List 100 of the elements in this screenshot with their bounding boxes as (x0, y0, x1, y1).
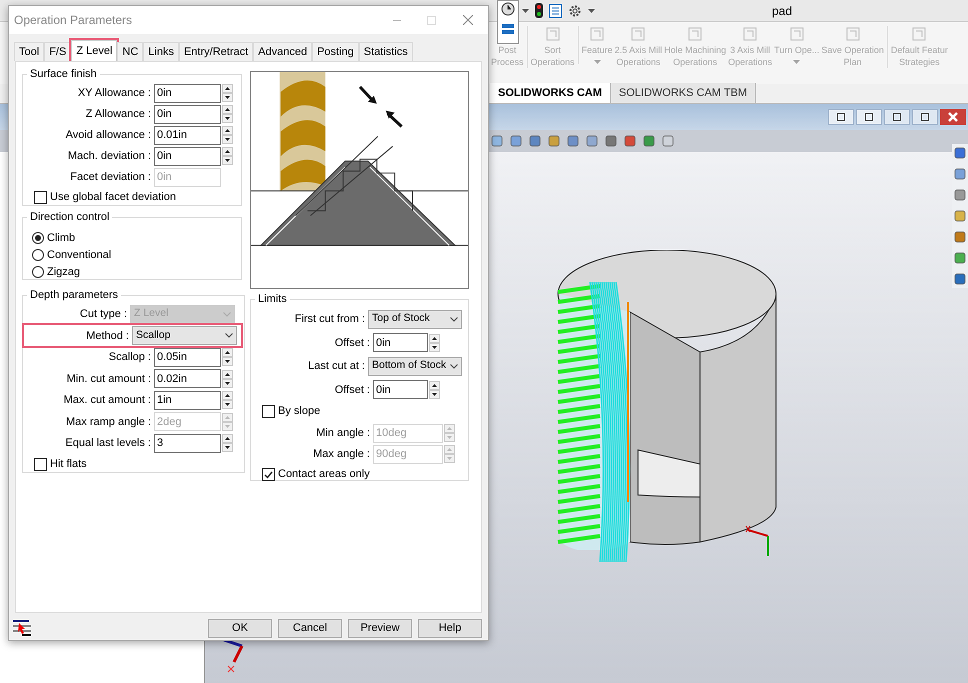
spin-up-button[interactable] (222, 84, 233, 93)
up-arrow-icon (225, 87, 230, 90)
dialog-button[interactable]: Help (418, 618, 482, 638)
dropdown[interactable]: Scallop (132, 326, 237, 346)
clock-icon[interactable] (501, 2, 515, 16)
input-field[interactable]: 3 (154, 434, 221, 453)
spin-down-button[interactable] (222, 93, 233, 102)
view-tool-icon[interactable] (509, 134, 523, 148)
field-label: Min. cut amount : (66, 372, 152, 386)
field-label: Last cut at : (307, 359, 366, 374)
checkbox[interactable] (34, 191, 47, 204)
spin-down-button[interactable] (222, 357, 233, 366)
checkbox-label: Hit flats (50, 456, 87, 472)
ribbon-tool-icon (911, 26, 928, 42)
view-tool-icon[interactable] (547, 134, 561, 148)
window-control-button[interactable] (912, 109, 938, 125)
field-label: Mach. deviation : (66, 148, 152, 164)
spin-down-button[interactable] (222, 443, 233, 452)
spin-down-button[interactable] (222, 156, 233, 165)
view-tool-icon[interactable] (661, 134, 675, 148)
spin-up-button[interactable] (222, 126, 233, 135)
spin-up-button[interactable] (222, 105, 233, 114)
close-button[interactable] (940, 109, 966, 125)
dialog-button[interactable]: Preview (348, 618, 412, 638)
view-tool-icon[interactable] (953, 146, 967, 160)
radio-button[interactable] (32, 232, 44, 244)
view-tool-icon[interactable] (953, 188, 967, 202)
down-arrow-icon (447, 457, 452, 460)
down-arrow-icon (432, 392, 437, 396)
maximize-icon (426, 16, 436, 24)
window-control-button[interactable] (856, 109, 882, 125)
spin-up-button[interactable] (222, 391, 233, 400)
spin-up-button[interactable] (429, 334, 440, 343)
field-label: Offset : (334, 336, 371, 350)
window-control-button[interactable] (884, 109, 910, 125)
ribbon-tool-icon (630, 26, 646, 42)
spin-up-button[interactable] (222, 434, 233, 444)
input-field[interactable]: 0in (154, 146, 221, 166)
tab[interactable]: NC (117, 42, 144, 61)
field-label: Max. cut amount : (62, 393, 152, 408)
spin-up-button[interactable] (222, 370, 233, 379)
spin-up-button[interactable] (429, 380, 440, 390)
view-tool-icon[interactable] (953, 251, 967, 265)
tab[interactable]: Advanced (253, 42, 312, 61)
up-arrow-icon (225, 437, 230, 440)
checkbox-label: Contact areas only (278, 467, 370, 482)
view-tool-icon[interactable] (566, 134, 580, 148)
view-tool-icon[interactable] (953, 167, 967, 181)
window-control-button[interactable] (828, 109, 854, 125)
tab[interactable]: Tool (14, 42, 44, 61)
dialog-button[interactable]: OK (208, 618, 272, 638)
view-tool-icon[interactable] (604, 134, 618, 148)
checkbox[interactable] (34, 458, 47, 470)
dialog-button[interactable]: Cancel (278, 618, 342, 638)
settings-icon[interactable] (568, 4, 582, 18)
caret-icon (522, 8, 529, 12)
down-arrow-icon (432, 346, 437, 349)
tab[interactable]: F/S (44, 42, 72, 61)
up-arrow-icon (447, 427, 452, 430)
checkbox[interactable] (262, 468, 275, 481)
up-arrow-icon (225, 372, 230, 376)
view-tool-icon[interactable] (953, 230, 967, 244)
ribbon-tab[interactable]: SOLIDWORKS CAM (490, 83, 610, 103)
spin-down-button[interactable] (222, 135, 233, 144)
tab[interactable]: Statistics (358, 42, 413, 61)
traffic-light-icon[interactable] (535, 3, 543, 18)
tab[interactable]: Posting (312, 42, 359, 61)
field-label: Max angle : (312, 446, 371, 462)
input-field[interactable]: 0.02in (154, 369, 221, 388)
ribbon-tab[interactable]: SOLIDWORKS CAM TBM (610, 83, 756, 103)
view-tool-icon[interactable] (585, 134, 599, 148)
input-field[interactable]: 0.01in (154, 126, 221, 144)
list-icon[interactable] (549, 4, 562, 18)
tab[interactable]: Z Level (71, 40, 118, 61)
view-tool-icon[interactable] (528, 134, 542, 148)
input-field[interactable]: 0in (373, 380, 428, 400)
dropdown[interactable]: Top of Stock (368, 310, 462, 329)
radio-button[interactable] (32, 266, 44, 278)
input-field[interactable]: 0in (154, 104, 221, 124)
view-tool-icon[interactable] (490, 134, 504, 148)
tab[interactable]: Links (143, 42, 179, 61)
input-field[interactable]: 0in (373, 333, 428, 352)
radio-button[interactable] (32, 249, 44, 261)
checkbox[interactable] (262, 405, 275, 418)
dropdown[interactable]: Bottom of Stock (368, 356, 462, 376)
input-field[interactable]: 0.05in (154, 348, 221, 367)
spin-up-button[interactable] (222, 147, 233, 156)
layers-icon[interactable] (501, 22, 515, 36)
spin-down-button[interactable] (222, 114, 233, 123)
view-tool-icon[interactable] (642, 134, 656, 148)
input-field[interactable]: 1in (154, 390, 221, 410)
spin-up-button[interactable] (222, 348, 233, 358)
view-tool-icon[interactable] (953, 272, 967, 286)
view-tool-icon[interactable] (953, 209, 967, 223)
caret-icon (793, 60, 800, 64)
spin-down-button[interactable] (222, 400, 233, 410)
view-tool-icon[interactable] (623, 134, 637, 148)
group-title: Surface finish (29, 67, 98, 82)
input-field[interactable]: 0in (154, 84, 221, 102)
tab[interactable]: Entry/Retract (178, 42, 254, 61)
